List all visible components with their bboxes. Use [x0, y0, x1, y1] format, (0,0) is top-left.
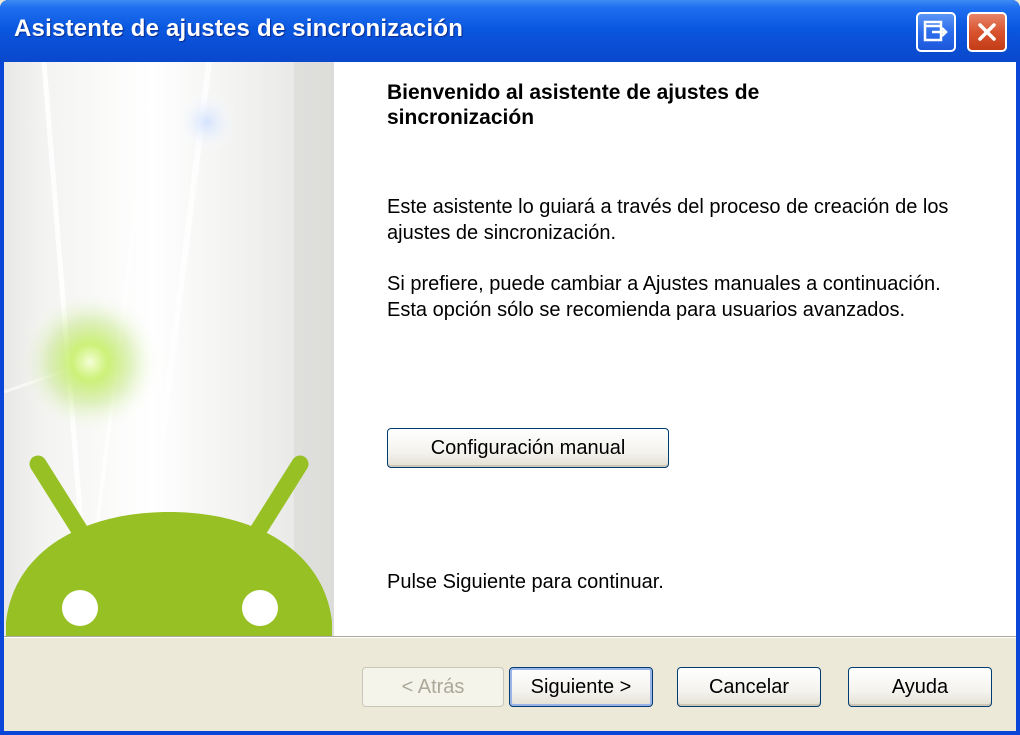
dialog-body: Bienvenido al asistente de ajustes de si…	[4, 62, 1016, 731]
help-icon	[923, 20, 948, 42]
button-bar: < Atrás Siguiente > Cancelar Ayuda	[4, 638, 1016, 731]
side-banner	[4, 62, 334, 636]
title-bar[interactable]: Asistente de ajustes de sincronización	[0, 0, 1020, 62]
next-button[interactable]: Siguiente >	[509, 667, 653, 707]
window-title: Asistente de ajustes de sincronización	[14, 15, 464, 42]
wizard-window: Asistente de ajustes de sincronización B…	[0, 0, 1020, 735]
continue-hint-text: Pulse Siguiente para continuar.	[387, 571, 664, 593]
wizard-content: Bienvenido al asistente de ajustes de si…	[334, 62, 1016, 636]
cancel-button[interactable]: Cancelar	[677, 667, 821, 707]
title-help-button[interactable]	[916, 12, 956, 52]
intro-text: Este asistente lo guiará a través del pr…	[387, 196, 949, 244]
manual-configuration-button[interactable]: Configuración manual	[387, 428, 669, 468]
close-icon	[978, 23, 996, 41]
manual-option-text: Si prefiere, puede cambiar a Ajustes man…	[387, 273, 941, 321]
page-title: Bienvenido al asistente de ajustes de si…	[387, 81, 760, 129]
android-robot-head-icon	[4, 62, 334, 636]
close-button[interactable]	[967, 12, 1007, 52]
help-button[interactable]: Ayuda	[848, 667, 992, 707]
back-button[interactable]: < Atrás	[362, 667, 504, 707]
